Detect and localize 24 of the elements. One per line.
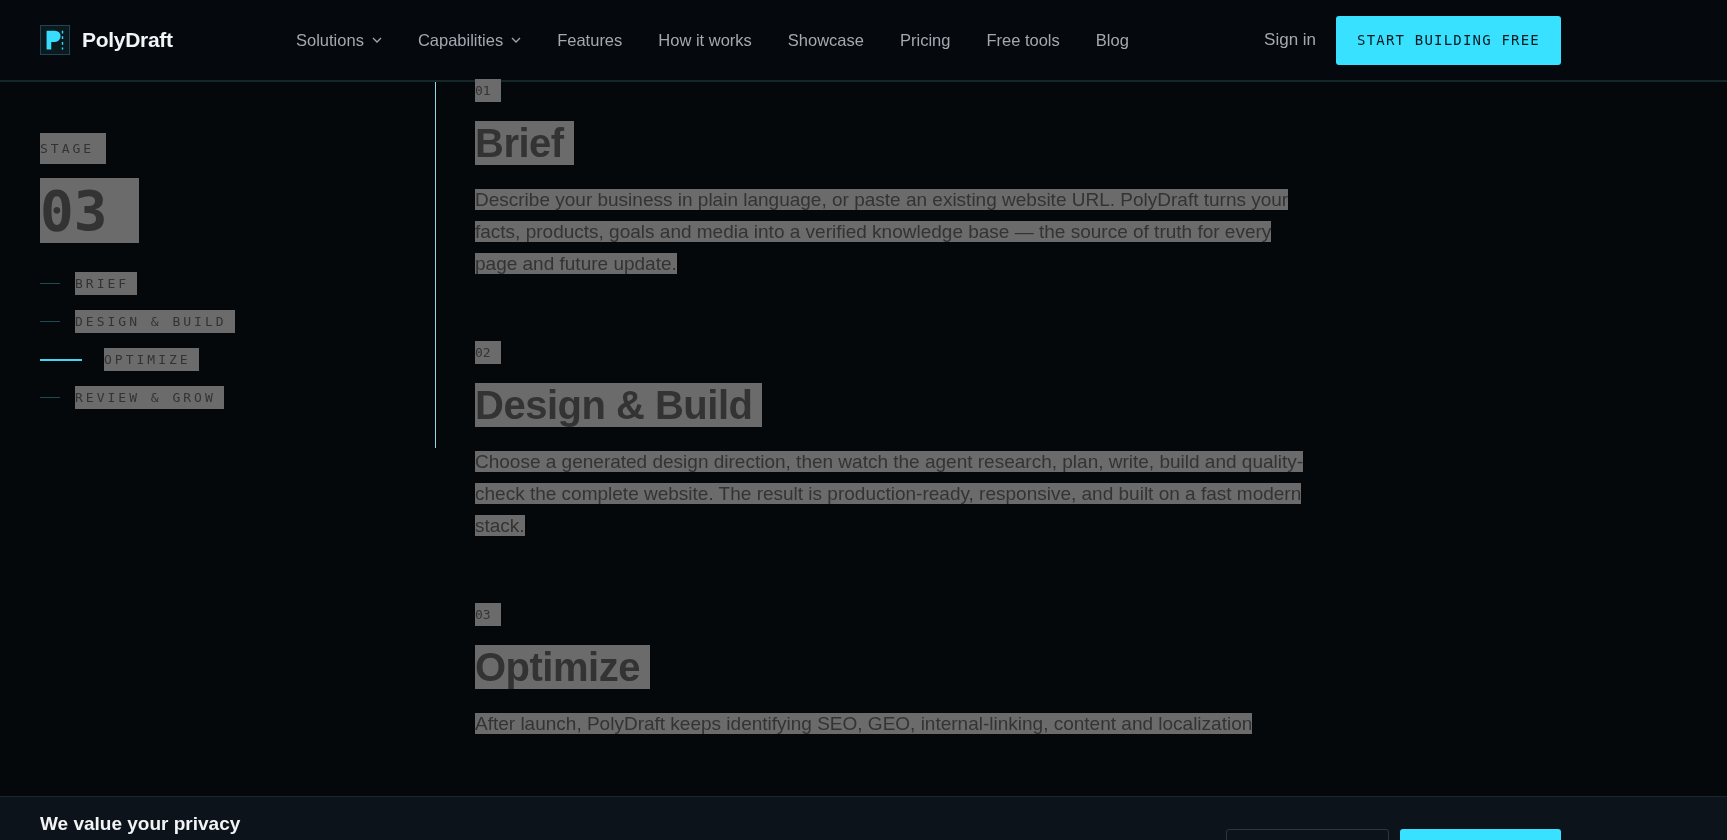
- stage-number: 03: [40, 178, 140, 243]
- nav-link[interactable]: Features: [557, 30, 623, 50]
- nav-link[interactable]: Showcase: [787, 30, 864, 50]
- nav-link[interactable]: Solutions: [296, 30, 382, 50]
- step-title: Design & Build: [475, 383, 763, 427]
- nav-link[interactable]: Free tools: [986, 30, 1060, 50]
- brand-name[interactable]: PolyDraft: [82, 28, 173, 52]
- stage-label: STAGE: [40, 133, 107, 164]
- sign-in-link[interactable]: Sign in: [1264, 30, 1317, 50]
- step-title: Optimize: [475, 645, 650, 689]
- nav-link[interactable]: Capabilities: [417, 30, 522, 50]
- step-number: 02: [475, 341, 501, 364]
- banner-title: We value your privacy: [40, 813, 241, 836]
- step-title: Brief: [475, 121, 574, 165]
- start-building-button[interactable]: START BUILDING FREE: [1336, 15, 1561, 65]
- step-description: Describe your business in plain language, or paste an existing website URL. PolyDraft turns your facts, products, goals and media into a verified knowledge base — the source of truth for every page and future update.: [475, 188, 1290, 276]
- step-number: 03: [475, 603, 501, 626]
- nav-link[interactable]: Pricing: [899, 30, 951, 50]
- step-description: After launch, PolyDraft keeps identifying SEO, GEO, internal-linking, content and localization: [475, 712, 1254, 736]
- logo-icon: [40, 25, 70, 55]
- nav-link[interactable]: Blog: [1095, 30, 1129, 50]
- nav-link[interactable]: How it works: [658, 30, 752, 50]
- step-description: Choose a generated design direction, then watch the agent research, plan, write, build and quality-check the complete website. The result is production-ready, responsive, and built on a fast modern stack.: [475, 450, 1305, 538]
- step-number: 01: [475, 79, 501, 102]
